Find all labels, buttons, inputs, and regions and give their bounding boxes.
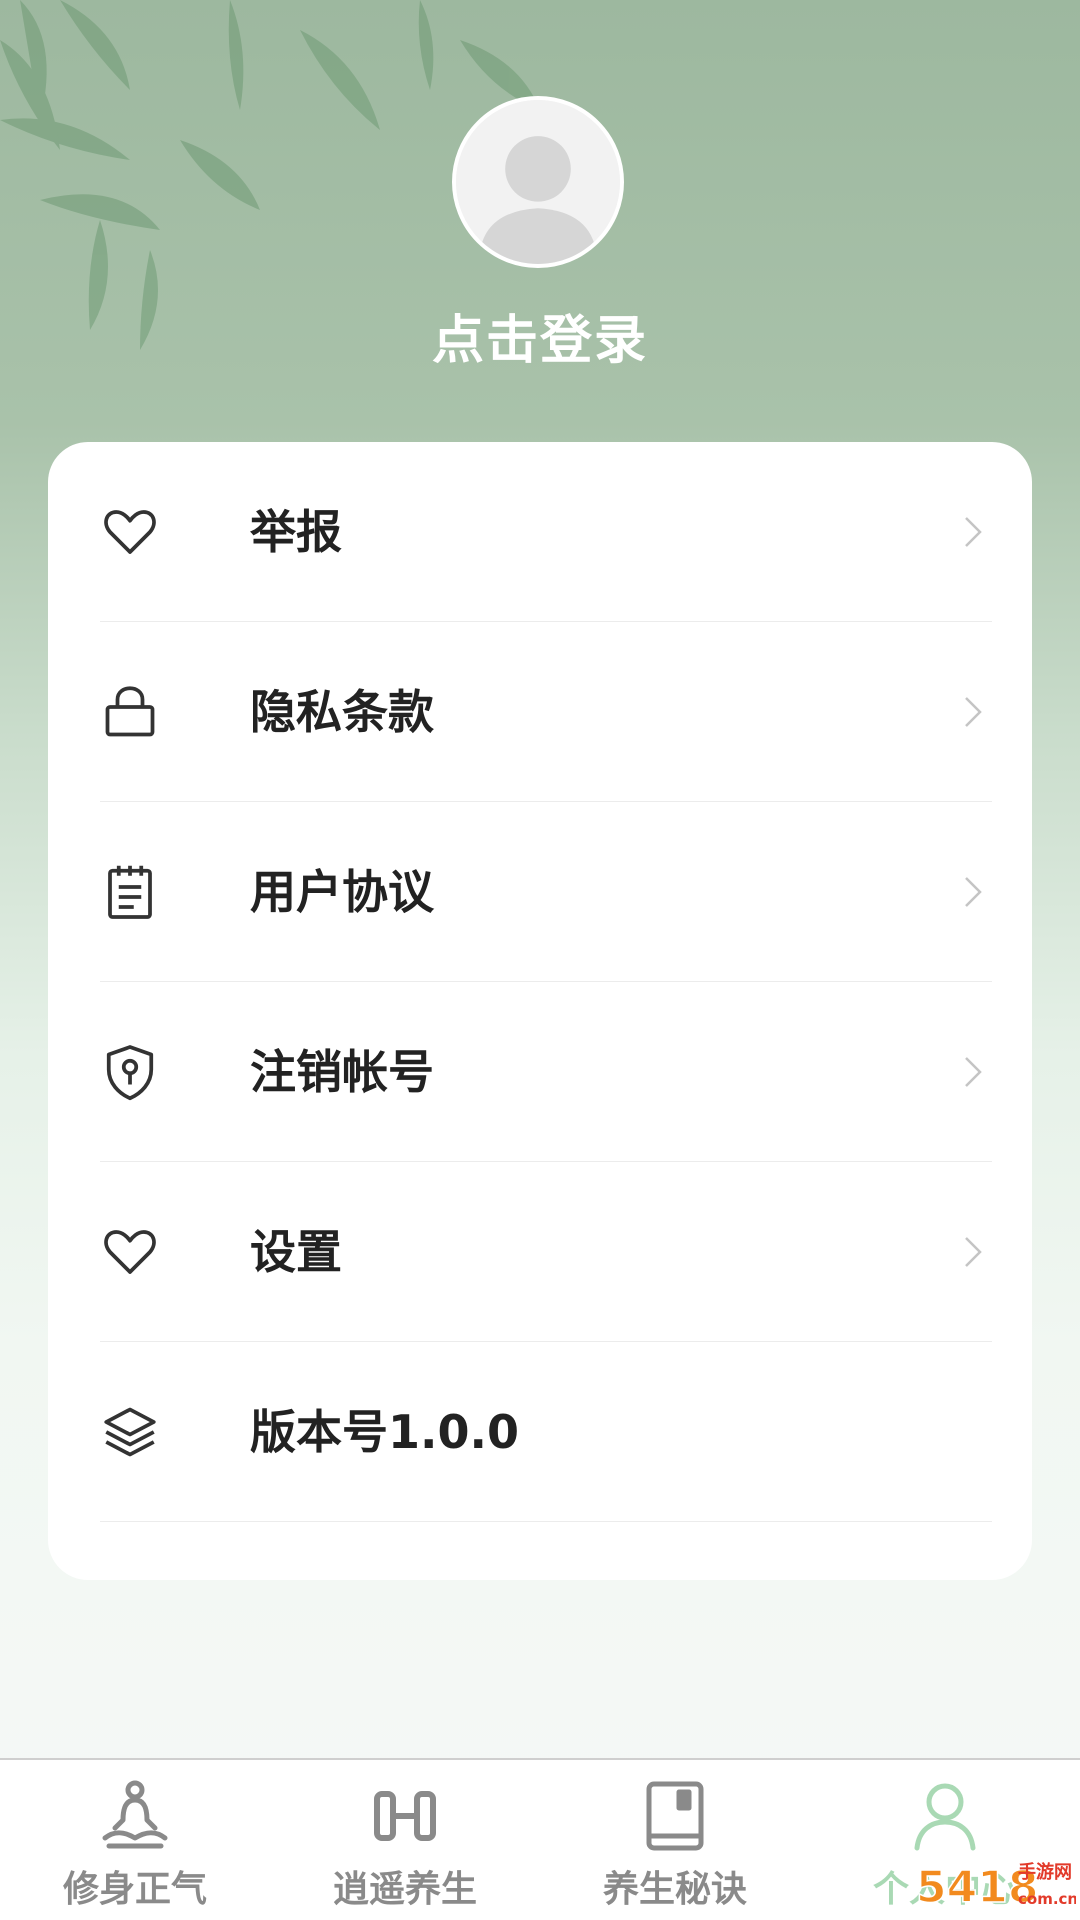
watermark-domain: com.cn [1018,1890,1076,1908]
login-link[interactable]: 点击登录 [0,298,1080,373]
menu-item-label: 用户协议 [250,865,434,919]
heart-icon [100,1222,160,1282]
menu-item-label: 设置 [250,1225,342,1279]
menu-item-label: 隐私条款 [250,685,434,739]
menu-item-delete-account[interactable]: 注销帐号 [100,982,1028,1162]
dumbbell-icon [365,1776,445,1856]
menu-item-label: 举报 [250,505,342,559]
menu-item-version: 版本号1.0.0 [100,1342,1028,1522]
chevron-right-icon [952,512,992,552]
menu-item-privacy[interactable]: 隐私条款 [100,622,1028,802]
profile-header: 点击登录 [0,0,1080,440]
menu-item-user-agreement[interactable]: 用户协议 [100,802,1028,982]
tab-label: 逍遥养生 [332,1869,477,1910]
chevron-right-icon [952,872,992,912]
watermark-brand: 手游网 [1018,1861,1072,1883]
shield-keyhole-icon [100,1042,160,1102]
chevron-right-icon [952,1052,992,1092]
chevron-right-icon [952,692,992,732]
chevron-right-icon [952,1232,992,1272]
tab-self-cultivation[interactable]: 修身正气 [0,1760,270,1920]
site-watermark: 5418 手游网 com.cn [915,1861,1076,1914]
tab-label: 修身正气 [62,1869,207,1910]
meditation-icon [95,1776,175,1856]
menu-item-report[interactable]: 举报 [100,442,1028,622]
person-icon [905,1776,985,1856]
notepad-icon [100,862,160,922]
heart-icon [100,502,160,562]
tab-health-secrets[interactable]: 养生秘诀 [540,1760,810,1920]
tab-label: 养生秘诀 [602,1869,747,1910]
version-label: 版本号1.0.0 [250,1405,519,1459]
book-icon [635,1776,715,1856]
default-avatar-icon[interactable] [452,96,624,268]
tab-carefree-health[interactable]: 逍遥养生 [270,1760,540,1920]
lock-icon [100,682,160,742]
menu-item-settings[interactable]: 设置 [100,1162,1028,1342]
menu-card: 举报 隐私条款 用户协议 注销帐号 设置 版本号1.0.0 [48,442,1032,1580]
menu-item-label: 注销帐号 [250,1045,434,1099]
layers-icon [100,1402,160,1462]
